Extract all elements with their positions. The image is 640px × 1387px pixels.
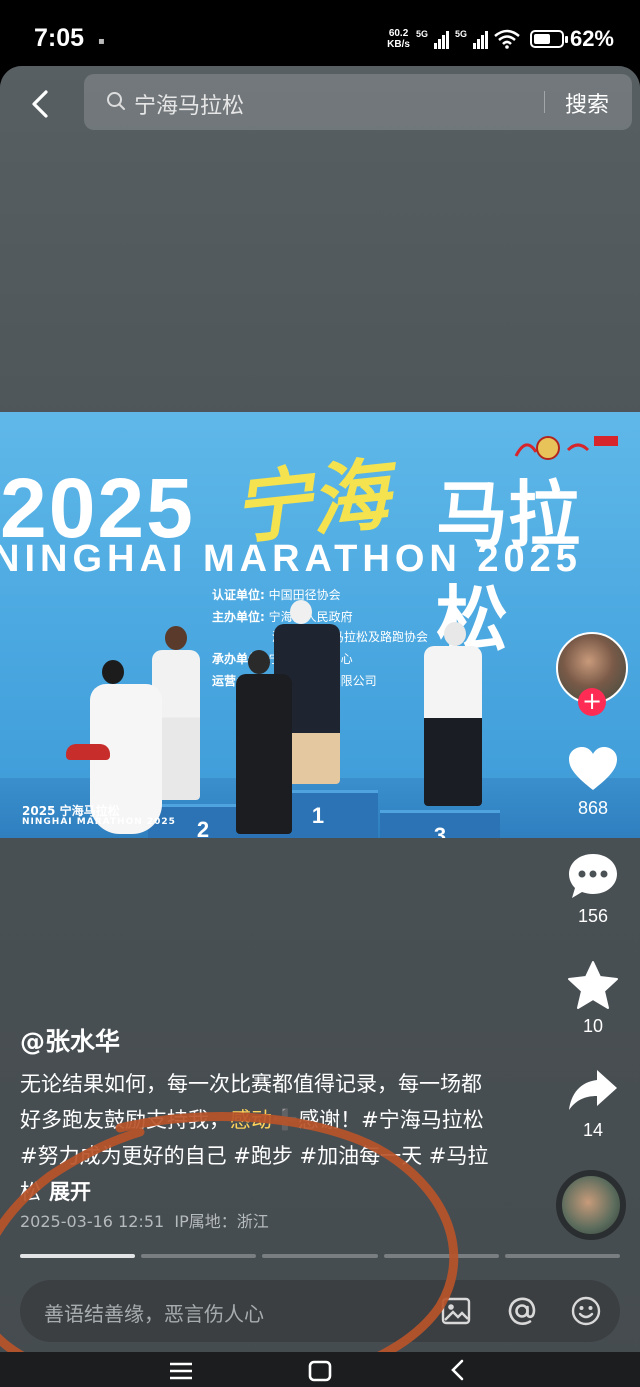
post-meta: 2025-03-16 12:51 IP属地：浙江 xyxy=(20,1208,269,1232)
favorite-button[interactable]: 10 xyxy=(560,960,626,1037)
wifi-icon xyxy=(494,29,520,49)
video-screen[interactable]: 宁海马拉松 搜索 2025 宁海 马拉松 NINGHAI MARATHON 20… xyxy=(0,66,640,1387)
signal-1-icon: 5G xyxy=(416,29,449,49)
nav-menu-icon[interactable] xyxy=(166,1358,196,1382)
medal-tray xyxy=(66,744,110,760)
star-icon xyxy=(568,961,618,1009)
athlete-3 xyxy=(424,646,482,806)
share-count: 14 xyxy=(582,1120,604,1140)
progress-segment xyxy=(383,1254,499,1258)
system-nav-bar xyxy=(0,1352,640,1387)
search-divider xyxy=(544,91,545,113)
search-button[interactable]: 搜索 xyxy=(565,87,609,119)
share-icon xyxy=(569,1070,617,1110)
athlete-2-head xyxy=(165,626,187,650)
caption-emoji: ➕ xyxy=(272,1108,299,1132)
like-button[interactable]: 868 xyxy=(560,746,626,819)
athlete-1-head xyxy=(290,600,312,624)
progress-segment xyxy=(504,1254,621,1258)
signal-2-icon: 5G xyxy=(455,29,488,49)
podium-3: 3 xyxy=(380,810,500,838)
progress-segment xyxy=(141,1254,257,1258)
comment-icon xyxy=(569,854,617,898)
nav-home-icon[interactable] xyxy=(306,1358,334,1382)
status-bar: 7:05 ▪ 60.2 KB/s 5G 5G 62% xyxy=(0,0,640,72)
athlete-3-head xyxy=(444,622,466,646)
video-frame[interactable]: 2025 宁海 马拉松 NINGHAI MARATHON 2025 认证单位: … xyxy=(0,412,640,838)
presenter xyxy=(236,674,292,834)
expand-link[interactable]: 展开 xyxy=(49,1180,91,1204)
post-caption[interactable]: 无论结果如何，每一次比赛都值得记录，每一场都好多跑友鼓励支持我，感动➕感谢！#宁… xyxy=(20,1066,490,1210)
like-count: 868 xyxy=(577,798,609,818)
notification-dot-icon: ▪ xyxy=(98,36,105,47)
ip-location: IP属地：浙江 xyxy=(174,1212,269,1231)
comment-button[interactable]: 156 xyxy=(560,852,626,927)
follow-button[interactable]: + xyxy=(578,688,606,716)
status-time: 7:05 xyxy=(34,24,85,52)
comment-count: 156 xyxy=(577,906,609,926)
search-query[interactable]: 宁海马拉松 xyxy=(134,88,244,120)
carousel-progress xyxy=(20,1254,621,1258)
status-indicators: 60.2 KB/s 5G 5G 62% xyxy=(387,26,614,52)
author-name[interactable]: @张水华 xyxy=(20,1022,120,1058)
progress-segment xyxy=(262,1254,378,1258)
search-icon xyxy=(107,92,125,110)
org-line-2: 主办单位: 宁海县人民政府 xyxy=(212,610,353,624)
progress-segment xyxy=(20,1254,136,1258)
image-icon[interactable] xyxy=(440,1295,472,1327)
banner-english-title: NINGHAI MARATHON 2025 xyxy=(0,538,582,580)
presenter-head xyxy=(248,650,270,674)
post-date: 2025-03-16 12:51 xyxy=(20,1212,165,1231)
org-line-1: 认证单位: 中国田径协会 xyxy=(212,588,341,602)
music-disc[interactable] xyxy=(556,1170,626,1240)
heart-icon xyxy=(569,747,617,790)
sponsor-logos xyxy=(514,436,618,460)
search-bar[interactable]: 宁海马拉松 搜索 xyxy=(84,74,632,130)
nav-back-icon[interactable] xyxy=(446,1358,470,1382)
hostess-head xyxy=(102,660,124,684)
comment-input[interactable]: 善语结善缘，恶言伤人心 xyxy=(20,1280,620,1342)
caption-highlight[interactable]: 感动 xyxy=(230,1108,272,1132)
at-icon[interactable] xyxy=(506,1295,538,1327)
event-logo-sub: NINGHAI MARATHON 2025 xyxy=(22,817,176,827)
network-speed: 60.2 KB/s xyxy=(387,28,410,50)
emoji-icon[interactable] xyxy=(570,1295,602,1327)
battery-icon xyxy=(529,30,568,48)
comment-placeholder: 善语结善缘，恶言伤人心 xyxy=(44,1302,264,1326)
back-arrow-icon[interactable] xyxy=(22,86,58,122)
battery-percent: 62% xyxy=(569,26,614,51)
share-button[interactable]: 14 xyxy=(560,1066,626,1141)
favorite-count: 10 xyxy=(582,1016,604,1036)
